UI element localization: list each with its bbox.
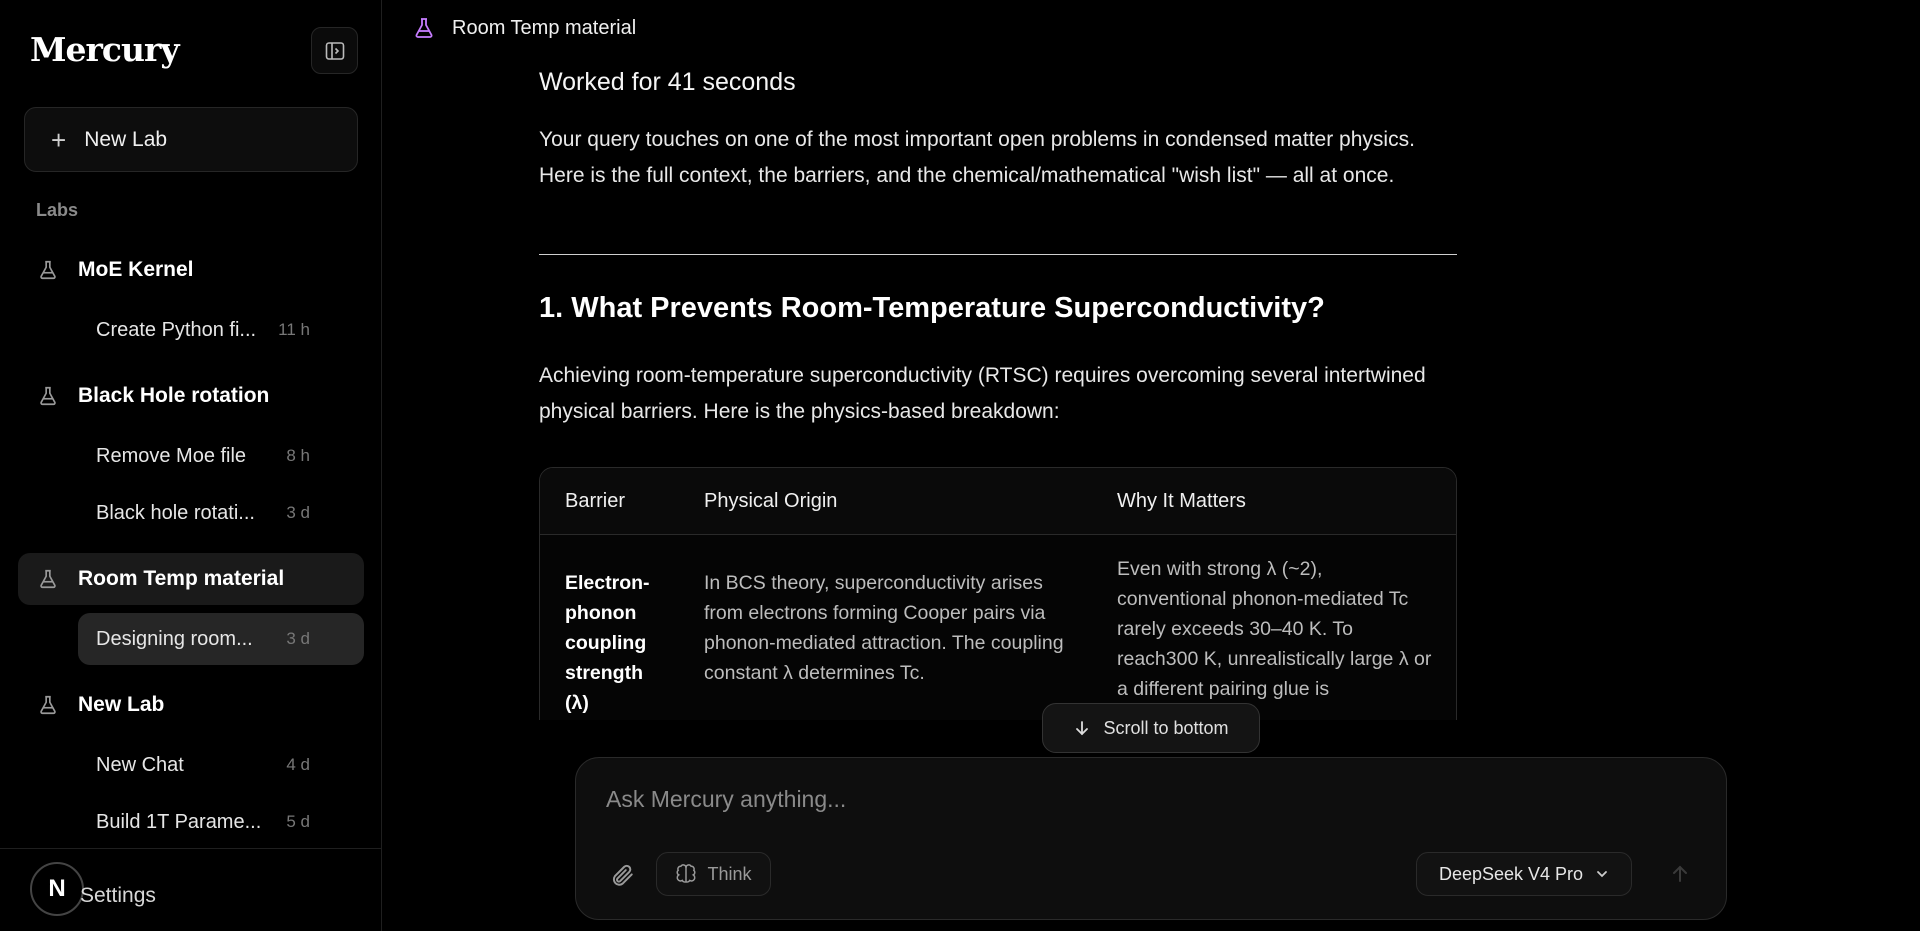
attach-button[interactable] — [606, 859, 638, 891]
flask-icon — [36, 693, 60, 717]
conversation-header: Room Temp material — [412, 16, 636, 40]
chat-item[interactable]: Remove Moe file 8 h — [78, 430, 364, 482]
chevron-down-icon — [1597, 871, 1607, 878]
section-heading: 1. What Prevents Room-Temperature Superc… — [539, 292, 1325, 324]
chat-time: 4 d — [286, 755, 310, 774]
lab-name: Black Hole rotation — [78, 384, 270, 407]
chat-name: Remove Moe file — [96, 444, 247, 467]
message-content: Worked for 41 seconds Your query touches… — [539, 60, 1457, 720]
send-button[interactable] — [1658, 852, 1702, 896]
table-header-cell: Physical Origin — [704, 490, 838, 512]
collapse-sidebar-button[interactable] — [311, 27, 358, 74]
chat-item[interactable]: Black hole rotati... 3 d — [78, 487, 364, 539]
arrow-down-icon — [1076, 721, 1089, 736]
chat-item[interactable]: Create Python fi... 11 h — [78, 304, 364, 356]
chat-time: 8 h — [286, 446, 310, 465]
chat-time: 11 h — [278, 320, 310, 339]
scroll-to-bottom-button[interactable]: Scroll to bottom — [1042, 703, 1260, 753]
chat-time: 3 d — [286, 629, 310, 648]
user-avatar[interactable]: N — [30, 862, 84, 916]
horizontal-rule — [539, 254, 1457, 255]
lab-item-room-temp-material[interactable]: Room Temp material — [18, 553, 364, 605]
flask-icon — [36, 384, 60, 408]
flask-icon — [36, 258, 60, 282]
think-label: Think — [707, 863, 752, 884]
chat-time: 5 d — [286, 812, 310, 831]
table-cell-origin: In BCS theory, superconductivity arises … — [704, 572, 1064, 684]
lab-name: New Lab — [78, 693, 165, 716]
table-cell-barrier: Electron-phonon coupling strength (λ) — [565, 572, 650, 714]
lab-name: MoE Kernel — [78, 258, 194, 281]
barriers-table: Barrier Physical Origin Why It Matters E… — [539, 467, 1457, 720]
chat-item-active[interactable]: Designing room... 3 d — [78, 613, 364, 665]
table-header-cell: Why It Matters — [1117, 490, 1246, 512]
flask-icon — [36, 567, 60, 591]
chat-time: 3 d — [286, 503, 310, 522]
new-lab-button[interactable]: + New Lab — [24, 107, 358, 172]
arrow-up-icon — [1673, 865, 1687, 882]
lab-item-new-lab[interactable]: New Lab — [18, 679, 364, 731]
chat-item[interactable]: New Chat 4 d — [78, 739, 364, 791]
paperclip-icon — [612, 864, 633, 886]
composer: Think DeepSeek V4 Pro — [575, 757, 1727, 920]
table-header: Barrier Physical Origin Why It Matters — [540, 468, 1456, 535]
lab-name: Room Temp material — [78, 567, 285, 590]
brand-logo: Mercury — [30, 30, 180, 69]
intro-paragraph: Your query touches on one of the most im… — [539, 128, 1415, 187]
model-selector[interactable]: DeepSeek V4 Pro — [1416, 852, 1632, 896]
think-toggle-button[interactable]: Think — [656, 852, 771, 896]
table-header-cell: Barrier — [565, 490, 626, 512]
lab-item-black-hole-rotation[interactable]: Black Hole rotation — [18, 370, 364, 422]
sidebar-toggle-icon — [325, 41, 344, 60]
new-lab-label: New Lab — [84, 127, 168, 151]
scroll-label: Scroll to bottom — [1103, 717, 1229, 738]
flask-icon — [415, 18, 433, 38]
labs-section-label: Labs — [36, 200, 79, 220]
plus-icon: + — [51, 124, 67, 155]
chat-name: Build 1T Parame... — [96, 810, 262, 833]
sidebar: Mercury + New Lab Labs MoE Kernel Create… — [0, 0, 382, 931]
chat-name: Designing room... — [96, 627, 253, 650]
worked-duration: Worked for 41 seconds — [539, 68, 796, 96]
settings-link[interactable]: Settings — [80, 884, 156, 908]
chat-name: Create Python fi... — [96, 318, 257, 341]
message-input[interactable] — [606, 786, 1686, 813]
chat-item[interactable]: Build 1T Parame... 5 d — [78, 796, 364, 848]
chat-name: Black hole rotati... — [96, 501, 255, 524]
table-cell-why: Even with strong λ (~2), conventional ph… — [1117, 558, 1432, 700]
chat-name: New Chat — [96, 753, 184, 776]
lab-item-moe-kernel[interactable]: MoE Kernel — [18, 244, 364, 296]
brain-icon — [676, 864, 696, 883]
body-paragraph: Achieving room-temperature superconducti… — [539, 364, 1426, 423]
model-label: DeepSeek V4 Pro — [1438, 863, 1584, 884]
conversation-title: Room Temp material — [452, 16, 637, 39]
